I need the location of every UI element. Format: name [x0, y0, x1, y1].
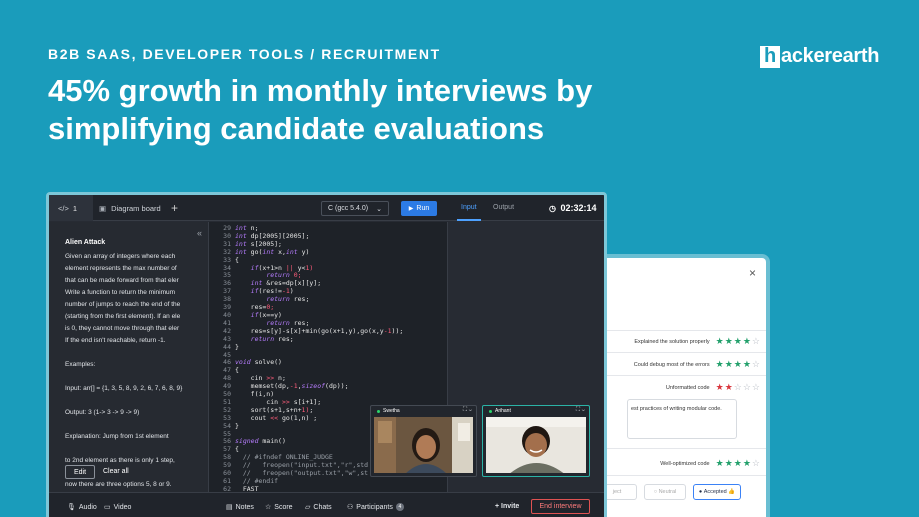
comment-field[interactable]: est practices of writing modular code.	[627, 399, 737, 439]
divider	[583, 375, 766, 376]
video-feed	[374, 417, 473, 473]
participant-name: Swetha	[383, 408, 400, 414]
close-icon[interactable]: ×	[749, 266, 756, 280]
rating-label: Unformatted code	[665, 384, 710, 391]
video-header: Swetha	[371, 406, 476, 416]
divider	[583, 475, 766, 476]
video-feed	[486, 417, 586, 473]
logo-mark: h	[760, 45, 780, 68]
video-tile-arihant[interactable]: Arihant ⛶ ⌄	[482, 405, 590, 477]
chats-button[interactable]: ▱ Chats	[305, 503, 332, 512]
code-line[interactable]: int go(int x,int y)	[235, 248, 403, 257]
participants-button[interactable]: ⚇ Participants 4	[347, 503, 404, 511]
timer-value: 02:32:14	[560, 203, 597, 213]
divider	[583, 448, 766, 449]
participants-icon: ⚇	[347, 504, 354, 511]
collapse-icon[interactable]: «	[197, 228, 202, 238]
logo-text: ackerearth	[781, 45, 880, 67]
clock-icon: ◷	[549, 204, 556, 213]
headline: 45% growth in monthly interviews by simp…	[48, 73, 593, 146]
eyebrow-category: B2B SAAS, DEVELOPER TOOLS / RECRUITMENT	[48, 46, 441, 62]
rating-row: Could debug most of the errors ★ ★ ★ ★ ☆	[583, 359, 760, 370]
tab-output[interactable]: Output	[493, 204, 514, 211]
divider	[583, 352, 766, 353]
tab-label: Diagram board	[111, 203, 161, 213]
invite-button[interactable]: + Invite	[495, 503, 519, 510]
problem-title: Alien Attack	[65, 239, 106, 246]
rating-label: Explained the solution properly	[634, 338, 710, 345]
rating-label: Well-optimized code	[660, 460, 710, 467]
participant-name: Arihant	[495, 408, 511, 414]
participants-label: Participants	[356, 503, 393, 511]
tab-input[interactable]: Input	[461, 204, 477, 211]
edit-button[interactable]: Edit	[65, 465, 95, 479]
code-line[interactable]: void solve()	[235, 358, 403, 367]
star-icon: ☆	[265, 504, 272, 511]
problem-panel: « Alien Attack Given an array of integer…	[49, 222, 209, 492]
run-label: Run	[416, 205, 430, 212]
video-button[interactable]: ▭ Video	[104, 503, 132, 512]
end-interview-button[interactable]: End interview	[531, 499, 590, 514]
code-icon: </>	[58, 203, 69, 213]
top-bar: </> 1 ▣ Diagram board + C (gcc 5.4.0) ⌄ …	[49, 195, 604, 221]
rating-row: Well-optimized code ★ ★ ★ ★ ☆	[583, 458, 760, 469]
audio-label: Audio	[78, 503, 97, 511]
rating-row: Unformatted code ★ ★ ☆ ☆ ☆	[583, 382, 760, 393]
bottom-toolbar: 🎙 Audio ▭ Video ▤ Notes ☆ Score ▱ Chats ⚇ Part…	[49, 492, 604, 517]
line-numbers: 29 30 31 32 33 34 35 36 37 38 39 40 41 42 43 44 45 46 47 48…	[209, 222, 231, 492]
hackerearth-logo: h ackerearth	[760, 45, 879, 68]
tab-code[interactable]: </> 1	[49, 195, 93, 221]
video-header: Arihant	[483, 406, 589, 416]
neutral-button[interactable]: ○ Neutral	[644, 484, 686, 500]
video-image	[374, 417, 473, 473]
problem-statement: Given an array of integers where each el…	[65, 253, 183, 488]
microphone-icon: 🎙	[67, 504, 76, 511]
divider	[583, 330, 766, 331]
live-dot-icon	[377, 409, 380, 413]
star-rating[interactable]: ★ ★ ★ ★ ☆	[716, 458, 760, 469]
video-tile-swetha[interactable]: Swetha ⛶ ⌄	[370, 405, 477, 477]
code-line[interactable]: // #endif	[235, 477, 403, 486]
video-label: Video	[113, 503, 132, 511]
clear-all-button[interactable]: Clear all	[103, 468, 129, 475]
chats-label: Chats	[313, 503, 332, 511]
language-value: C (gcc 5.4.0)	[328, 205, 369, 212]
add-tab-icon[interactable]: +	[171, 201, 178, 215]
chat-icon: ▱	[305, 504, 311, 511]
chevron-down-icon: ⌄	[376, 205, 382, 213]
accepted-button[interactable]: ● Accepted 👍	[693, 484, 741, 500]
language-select[interactable]: C (gcc 5.4.0) ⌄	[321, 201, 389, 216]
active-tab-indicator	[457, 219, 481, 221]
rating-row: Explained the solution properly ★ ★ ★ ★ ☆	[583, 336, 760, 347]
live-dot-icon	[489, 409, 492, 413]
score-button[interactable]: ☆ Score	[265, 503, 293, 512]
score-label: Score	[274, 503, 293, 511]
participants-count-badge: 4	[395, 503, 404, 511]
interview-timer: ◷ 02:32:14	[549, 203, 597, 213]
run-button[interactable]: ▶ Run	[401, 201, 437, 216]
notes-label: Notes	[235, 503, 254, 511]
interview-window: </> 1 ▣ Diagram board + C (gcc 5.4.0) ⌄ …	[46, 192, 607, 517]
code-line[interactable]: }	[235, 343, 403, 352]
notes-icon: ▤	[226, 504, 233, 511]
evaluation-panel: × Explained the solution properly ★ ★ ★ ★ ☆ …	[583, 258, 766, 517]
star-rating[interactable]: ★ ★ ☆ ☆ ☆	[716, 382, 760, 393]
tab-diagram-board[interactable]: ▣ Diagram board	[99, 195, 161, 221]
rating-label: Could debug most of the errors	[633, 361, 710, 368]
code-line[interactable]: return res;	[235, 335, 403, 344]
star-rating[interactable]: ★ ★ ★ ★ ☆	[716, 359, 760, 370]
expand-icon[interactable]: ⛶ ⌄	[463, 407, 472, 414]
star-rating[interactable]: ★ ★ ★ ★ ☆	[716, 336, 760, 347]
notes-button[interactable]: ▤ Notes	[226, 503, 254, 512]
diagram-icon: ▣	[99, 203, 107, 213]
tab-label: 1	[72, 203, 78, 213]
camera-icon: ▭	[104, 504, 111, 511]
audio-button[interactable]: 🎙 Audio	[67, 503, 97, 512]
play-icon: ▶	[408, 206, 414, 212]
expand-icon[interactable]: ⛶ ⌄	[576, 407, 585, 414]
video-image	[486, 417, 586, 473]
